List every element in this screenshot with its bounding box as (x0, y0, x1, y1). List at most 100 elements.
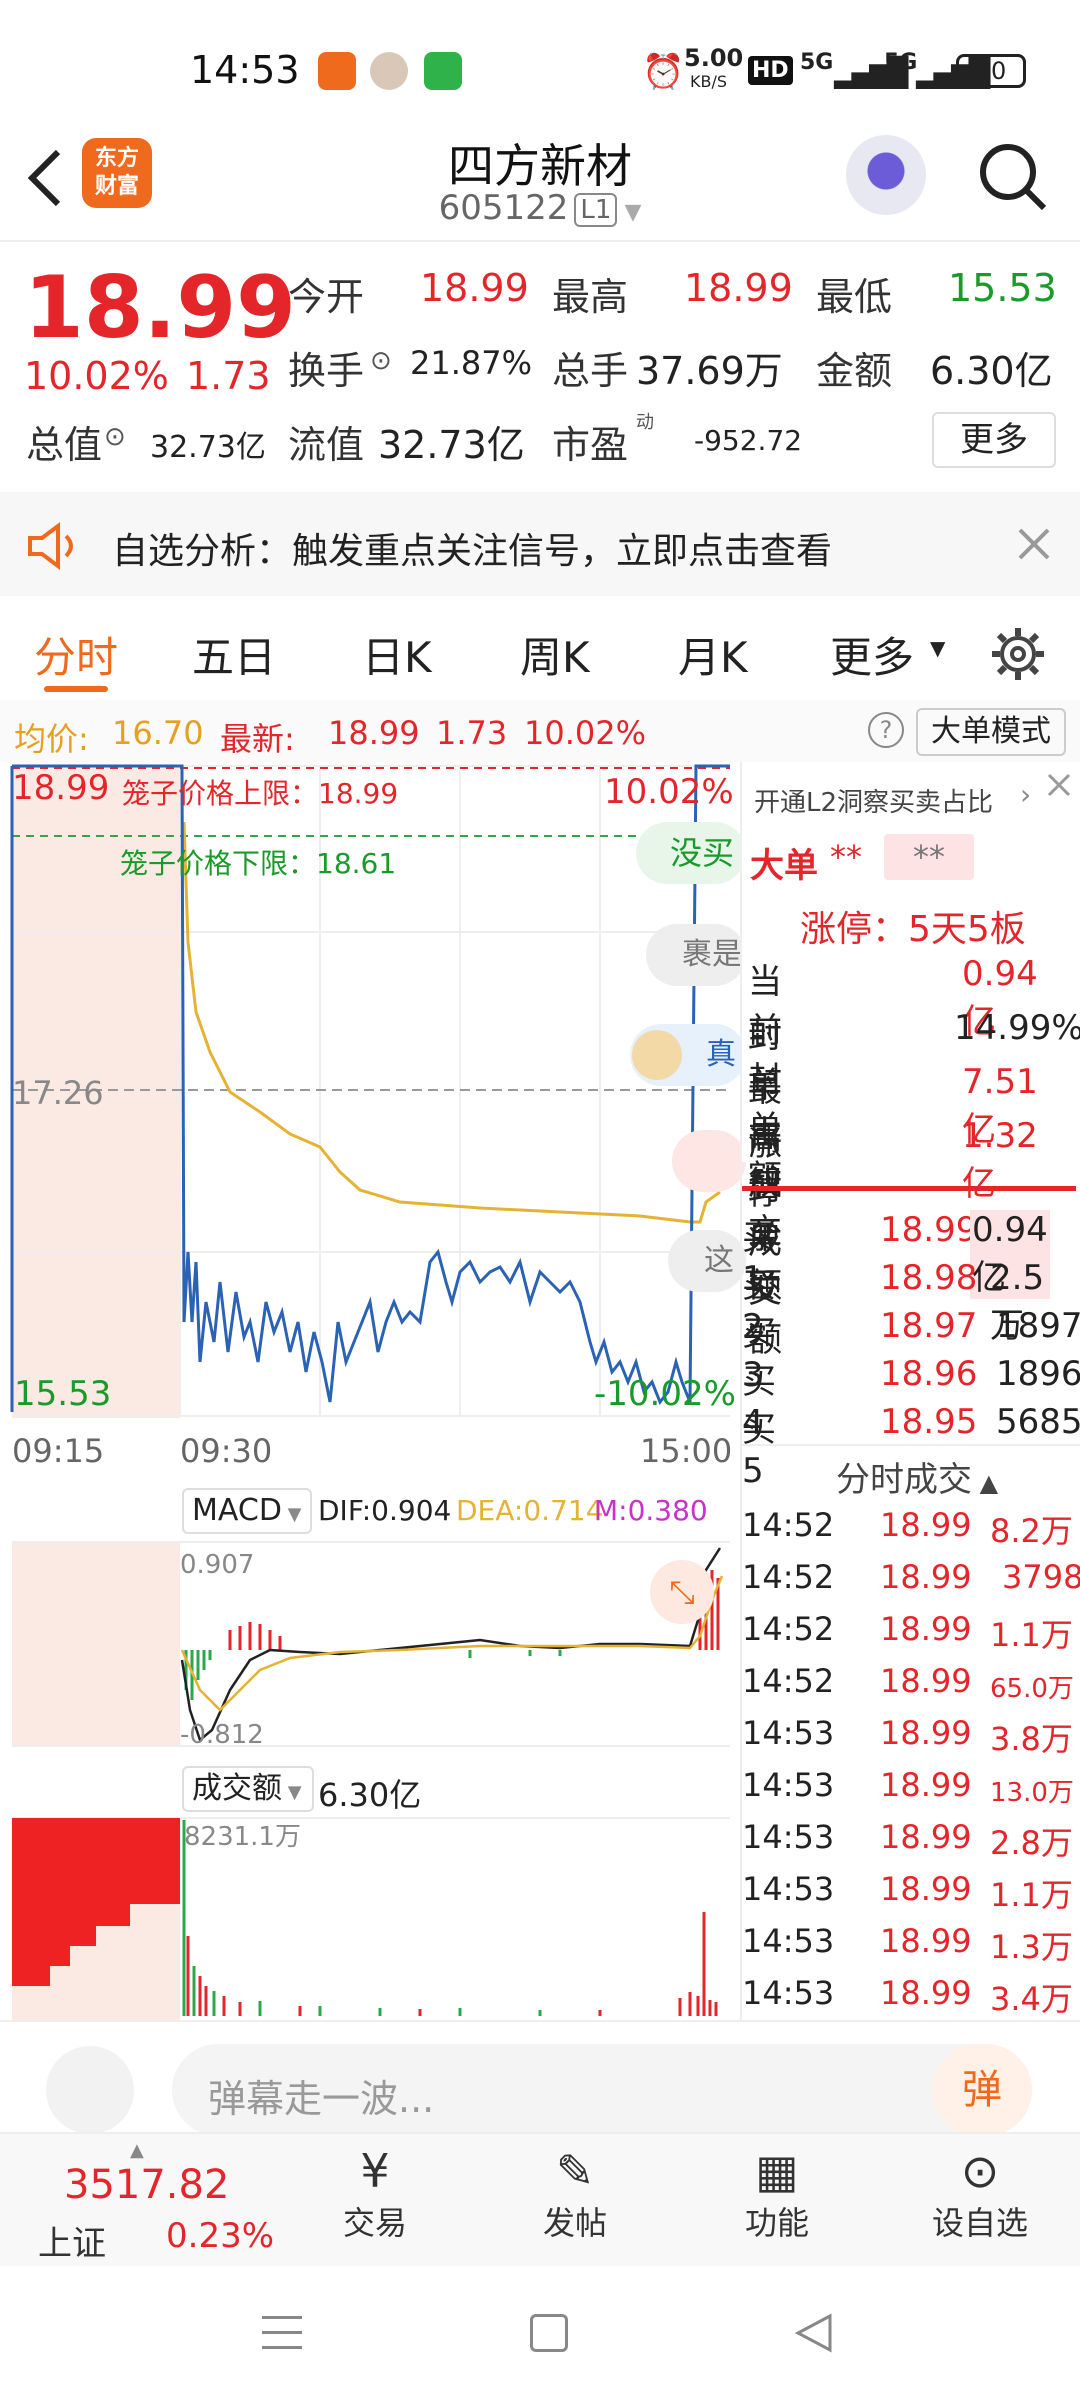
latest-pct: 10.02% (524, 714, 647, 752)
net-unit: KB/S (690, 72, 728, 91)
order-level: 买5 (742, 1410, 776, 1491)
net-speed: 5.00 (684, 44, 744, 72)
trades-title[interactable]: 分时成交 ▲ (836, 1452, 998, 1501)
post-nav-label: 发帖 (542, 2204, 607, 2242)
speaker-icon (28, 522, 73, 570)
low-value: 15.53 (948, 266, 1057, 310)
trade-row: 14:53 18.99 1.1万 (740, 1870, 1080, 1922)
trade-volume: 2.8万 (990, 1824, 1073, 1862)
big-order-masked-1: ** (830, 838, 862, 876)
help-icon[interactable]: ? (868, 712, 904, 748)
bottom-bar: ▲ 3517.82 上证 0.23% ¥ 交易 ✎ 发帖 ▦ 功能 ⊙ 设自选 (0, 2132, 1080, 2266)
high-label: 最高 (552, 275, 629, 319)
macd-m: M:0.380 (594, 1494, 708, 1527)
robot-assistant-icon[interactable] (846, 135, 926, 215)
trade-volume: 3.8万 (990, 1720, 1073, 1758)
status-time: 14:53 (190, 48, 300, 92)
order-price: 18.99 (880, 1210, 978, 1250)
order-price: 18.97 (880, 1306, 978, 1346)
stock-code: 605122 (438, 188, 569, 228)
settings-gear-icon[interactable] (990, 626, 1046, 682)
chevron-down-icon[interactable]: ▼ (617, 200, 641, 225)
limit-up-title: 涨停：5天5板 (800, 909, 1026, 950)
avg-price-line (182, 821, 721, 1224)
float-value: 32.73亿 (378, 423, 525, 467)
info-icon[interactable]: ⊙ (104, 422, 126, 452)
latest-label: 最新: (220, 720, 295, 758)
trade-price: 18.99 (880, 1714, 972, 1752)
float-bubble-4[interactable]: 这 (668, 1230, 746, 1292)
turnover-info-icon[interactable]: ⊙ (370, 346, 392, 376)
signal-5g-label-2: 5G (884, 50, 918, 75)
system-nav-bar (0, 2266, 1080, 2400)
order-price: 18.98 (880, 1258, 978, 1298)
tab-five-day[interactable]: 五日 (192, 624, 276, 685)
open-value: 18.99 (420, 266, 529, 310)
macd-selector[interactable]: MACD ▼ (182, 1488, 312, 1534)
l2-promo-link[interactable]: 开通L2洞察买卖占比 (754, 782, 993, 819)
limit-row-value: 14.99% (954, 1008, 1080, 1048)
stock-header: 东方 财富 四方新材 605122 L1 ▼ (0, 130, 1080, 240)
functions-nav[interactable]: ▦ 功能 (722, 2144, 832, 2244)
big-order-masked-2: ** (884, 834, 974, 880)
float-bubble-2[interactable]: 裹是 (646, 924, 746, 986)
big-order-mode-button[interactable]: 大单模式 (916, 708, 1066, 756)
volume-chart[interactable] (0, 1816, 740, 2022)
level-badge[interactable]: L1 (574, 192, 618, 227)
alarm-icon: ⏰ (642, 52, 685, 92)
order-volume: 1897 (996, 1306, 1080, 1346)
trade-price: 18.99 (880, 1662, 972, 1700)
float-bubble-1[interactable]: 没买 (636, 822, 746, 884)
trade-nav[interactable]: ¥ 交易 (320, 2144, 430, 2244)
search-icon[interactable] (976, 140, 1048, 212)
trade-row: 14:52 18.99 3798 (740, 1558, 1080, 1610)
trade-time: 14:53 (742, 1714, 835, 1752)
tab-daily-k[interactable]: 日K (362, 624, 432, 685)
trade-price: 18.99 (880, 1870, 972, 1908)
app-notification-icon (318, 52, 356, 90)
volume-selector[interactable]: 成交额 ▼ (182, 1766, 314, 1812)
volume-total: 6.30亿 (318, 1776, 422, 1814)
chevron-down-icon: ▼ (282, 1782, 302, 1803)
trade-volume: 65.0万 (990, 1674, 1074, 1704)
trade-row: 14:53 18.99 13.0万 (740, 1766, 1080, 1818)
tab-weekly-k[interactable]: 周K (520, 624, 590, 685)
avg-label: 均价: (14, 720, 89, 758)
more-button[interactable]: 更多 (932, 412, 1056, 468)
tab-intraday[interactable]: 分时 (34, 624, 118, 685)
chevron-up-icon[interactable]: ▲ (130, 2140, 144, 2161)
back-triangle-icon[interactable] (794, 2312, 834, 2354)
tab-monthly-k[interactable]: 月K (678, 624, 748, 685)
add-watchlist-nav[interactable]: ⊙ 设自选 (910, 2144, 1050, 2244)
trade-time: 14:52 (742, 1662, 835, 1700)
index-name: 上证 (38, 2224, 106, 2264)
index-value[interactable]: 3517.82 (64, 2162, 229, 2208)
tab-more[interactable]: 更多 (830, 624, 914, 685)
danmu-settings-icon[interactable] (46, 2046, 134, 2134)
time-open: 09:30 (180, 1432, 273, 1470)
danmu-input[interactable]: 弹幕走一波... 弹 (172, 2044, 1032, 2136)
macd-top-value: 0.907 (180, 1550, 255, 1580)
trade-time: 14:53 (742, 1870, 835, 1908)
volume-max-value: 8231.1万 (184, 1822, 301, 1852)
trade-volume: 8.2万 (990, 1512, 1073, 1550)
close-icon[interactable] (1046, 772, 1072, 798)
menu-icon[interactable] (262, 2312, 302, 2352)
chart-tabs: 分时 五日 日K 周K 月K 更多 ▼ (0, 596, 1080, 700)
post-nav[interactable]: ✎ 发帖 (520, 2144, 630, 2244)
close-icon[interactable] (1016, 526, 1052, 562)
mktcap-label: 总值 (26, 423, 103, 467)
latest-value: 18.99 (328, 714, 420, 752)
notice-bar[interactable]: 自选分析：触发重点关注信号，立即点击查看 (0, 492, 1080, 596)
pe-label: 市盈 (552, 423, 629, 467)
macd-chart[interactable] (0, 1540, 740, 1750)
order-price: 18.96 (880, 1354, 978, 1394)
home-icon[interactable] (530, 2314, 568, 2352)
expand-icon[interactable]: ⤡ (650, 1560, 714, 1624)
firecracker-icon[interactable] (672, 1130, 746, 1192)
quote-panel: 18.99 10.02% 1.73 总值 ⊙ 32.73亿 今开 18.99 最… (0, 242, 1080, 492)
yen-exchange-icon: ¥ (360, 2144, 390, 2198)
trade-volume: 3798 (1002, 1558, 1080, 1596)
rabbit-avatar-icon (632, 1030, 682, 1080)
danmu-send-icon[interactable]: 弹 (932, 2044, 1032, 2136)
